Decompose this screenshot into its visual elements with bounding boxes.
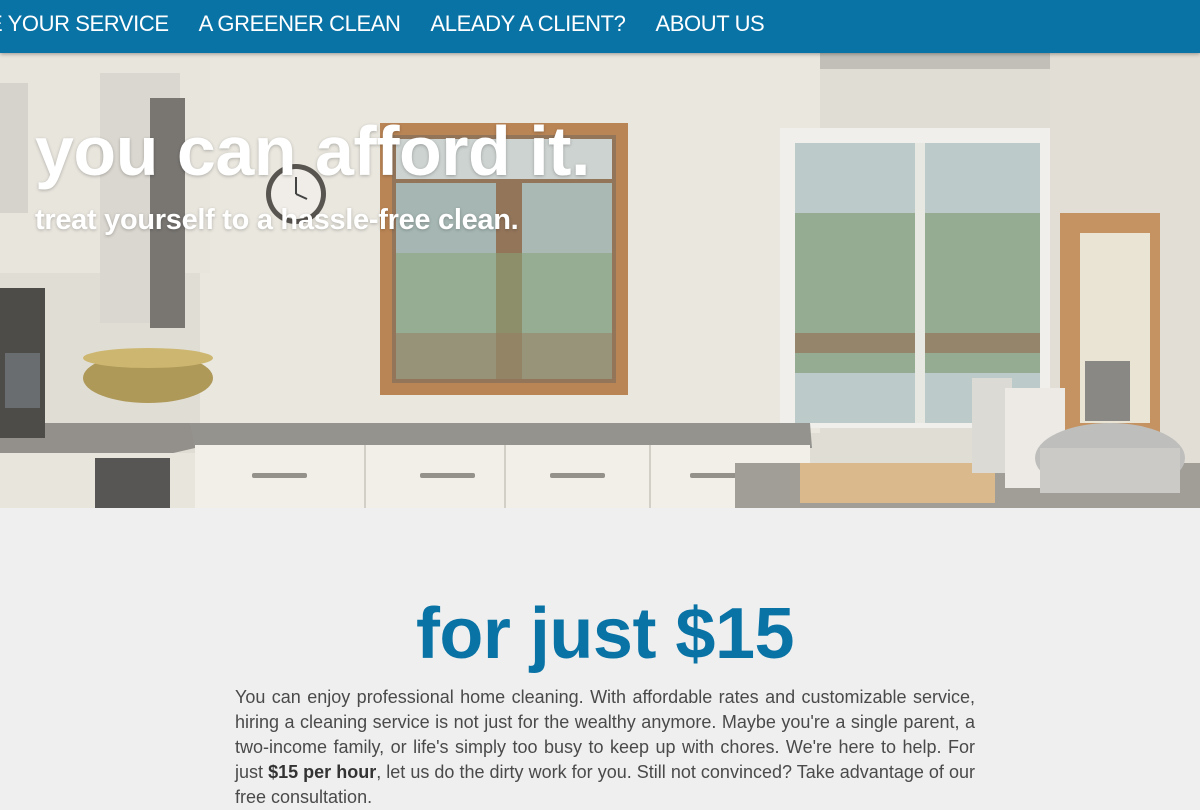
nav-item-greener-clean[interactable]: A GREENER CLEAN bbox=[199, 11, 401, 37]
top-navbar: E YOUR SERVICE A GREENER CLEAN ALEADY A … bbox=[0, 0, 1200, 53]
nav-item-already-client[interactable]: ALEADY A CLIENT? bbox=[431, 11, 626, 37]
price-heading: for just $15 bbox=[415, 594, 795, 674]
nav-item-your-service[interactable]: E YOUR SERVICE bbox=[0, 11, 169, 37]
hero-banner: you can afford it. treat yourself to a h… bbox=[0, 53, 1200, 508]
pricing-description: You can enjoy professional home cleaning… bbox=[235, 685, 975, 810]
nav-item-about-us[interactable]: ABOUT US bbox=[655, 11, 764, 37]
pricing-rate: $15 per hour bbox=[268, 762, 377, 782]
pricing-section: for just $15 You can enjoy professional … bbox=[0, 508, 1200, 807]
hero-subtitle: treat yourself to a hassle-free clean. bbox=[35, 204, 519, 236]
nav-links: E YOUR SERVICE A GREENER CLEAN ALEADY A … bbox=[0, 0, 794, 47]
hero-title: you can afford it. bbox=[35, 112, 590, 190]
